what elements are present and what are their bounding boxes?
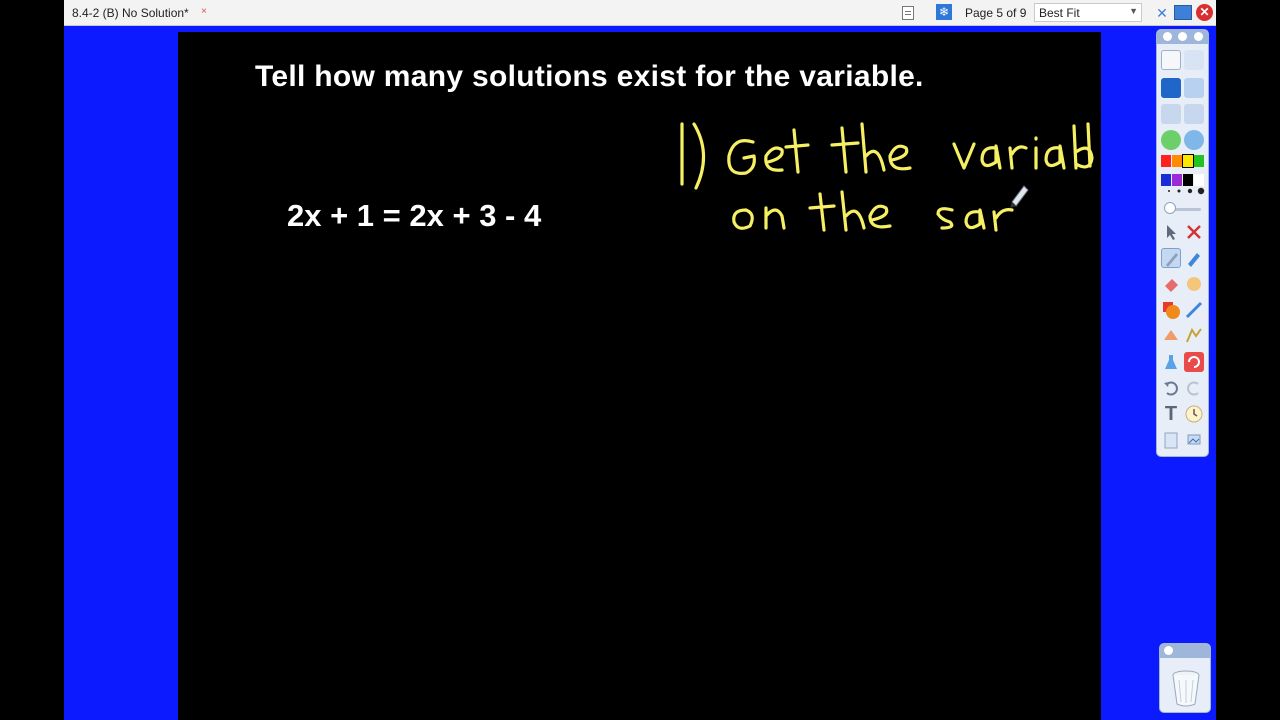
floating-toolbox: T — [1156, 29, 1209, 457]
zoom-select[interactable]: Best Fit ▼ — [1034, 3, 1142, 22]
color-purple[interactable] — [1172, 174, 1182, 186]
color-red[interactable] — [1161, 155, 1171, 167]
toolbox-header[interactable] — [1157, 30, 1208, 44]
screen-icon[interactable] — [1174, 5, 1192, 20]
line-icon[interactable] — [1184, 300, 1204, 320]
right-margin — [1216, 0, 1280, 720]
page-sorter-icon[interactable] — [1161, 50, 1181, 70]
gallery-icon[interactable] — [1184, 50, 1204, 70]
pattern-icon[interactable] — [1184, 326, 1204, 346]
color-blue[interactable] — [1161, 174, 1171, 186]
fill-icon[interactable] — [1184, 274, 1204, 294]
undo-page-icon[interactable] — [1161, 104, 1181, 124]
fullscreen-icon[interactable]: ✕ — [1154, 5, 1170, 21]
refresh-icon[interactable] — [1184, 352, 1204, 372]
trash-header[interactable] — [1160, 644, 1210, 658]
color-white[interactable] — [1194, 174, 1204, 186]
document-icon[interactable] — [902, 6, 914, 20]
zoom-select-value: Best Fit — [1039, 6, 1080, 20]
stamp-icon[interactable] — [1161, 326, 1181, 346]
pen-tool-icon[interactable] — [1161, 248, 1181, 268]
clock-icon[interactable] — [1184, 404, 1204, 424]
select-icon[interactable] — [1161, 222, 1181, 242]
eraser-icon[interactable] — [1161, 274, 1181, 294]
tab-close-icon[interactable]: × — [201, 6, 207, 17]
snowflake-icon[interactable]: ❄ — [936, 4, 952, 20]
flask-icon[interactable] — [1161, 352, 1181, 372]
shape-icon[interactable] — [1161, 300, 1181, 320]
trash-panel — [1159, 643, 1211, 713]
transparency-slider-knob[interactable] — [1164, 202, 1176, 214]
chevron-down-icon: ▼ — [1129, 6, 1138, 16]
properties-icon[interactable] — [1184, 130, 1204, 150]
record-icon[interactable] — [1161, 130, 1181, 150]
document-title: 8.4-2 (B) No Solution* — [72, 6, 189, 20]
toolbox-collapse-icon[interactable] — [1163, 32, 1172, 41]
close-icon[interactable]: ✕ — [1196, 4, 1213, 21]
color-yellow[interactable] — [1182, 154, 1194, 168]
left-margin — [0, 0, 64, 720]
handwritten-note — [680, 122, 1094, 232]
image-icon[interactable] — [1184, 430, 1204, 450]
whiteboard-canvas[interactable]: Tell how many solutions exist for the va… — [178, 32, 1101, 720]
magic-pen-icon[interactable] — [1184, 78, 1204, 98]
title-bar: 8.4-2 (B) No Solution* × ❄ Page 5 of 9 B… — [64, 0, 1216, 26]
color-green[interactable] — [1194, 155, 1204, 167]
trash-collapse-icon[interactable] — [1164, 646, 1173, 655]
delete-icon[interactable] — [1184, 222, 1204, 242]
toolbox-move-icon[interactable] — [1178, 32, 1187, 41]
color-black[interactable] — [1183, 174, 1193, 186]
pen-cursor-icon — [1010, 185, 1029, 208]
pen-icon[interactable] — [1161, 78, 1181, 98]
text-icon[interactable]: T — [1161, 404, 1181, 424]
color-orange[interactable] — [1172, 155, 1182, 167]
pen-width-dots[interactable] — [1161, 186, 1206, 196]
redo-icon[interactable] — [1184, 378, 1204, 398]
trash-icon[interactable] — [1171, 668, 1201, 708]
note-icon[interactable] — [1161, 430, 1181, 450]
highlighter-icon[interactable] — [1184, 248, 1204, 268]
page-indicator: Page 5 of 9 — [965, 6, 1027, 20]
toolbox-close-icon[interactable] — [1194, 32, 1203, 41]
redo-page-icon[interactable] — [1184, 104, 1204, 124]
undo-icon[interactable] — [1161, 378, 1181, 398]
